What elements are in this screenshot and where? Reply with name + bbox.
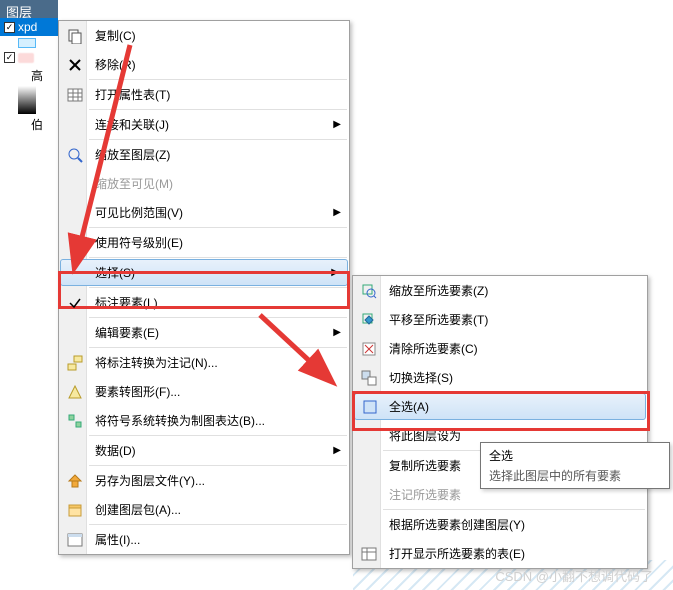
table-icon — [63, 85, 87, 105]
remove-icon — [63, 55, 87, 75]
menu-zoom-visible: 缩放至可见(M) — [59, 169, 349, 198]
convert-icon — [63, 353, 87, 373]
submenu-arrow-icon: ▶ — [333, 119, 341, 130]
menu-create-pkg[interactable]: 创建图层包(A)... — [59, 495, 349, 524]
layer-panel: ✓ xpd ✓ 高 伯 — [0, 18, 58, 135]
menu-edit-elem[interactable]: 编辑要素(E)▶ — [59, 318, 349, 347]
clear-icon — [357, 339, 381, 359]
select-all-icon — [358, 397, 381, 417]
layer-item-2[interactable]: ✓ — [0, 50, 58, 65]
menu-elem-to-fig[interactable]: 要素转图形(F)... — [59, 377, 349, 406]
gradient-swatch-icon — [18, 86, 36, 114]
menu-pan-sel[interactable]: 平移至所选要素(T) — [353, 305, 647, 334]
context-menu-main: 复制(C) 移除(R) 打开属性表(T) 连接和关联(J)▶ 缩放至图层(Z) … — [58, 20, 350, 555]
zoom-sel-icon — [357, 281, 381, 301]
menu-clear-sel[interactable]: 清除所选要素(C) — [353, 334, 647, 363]
menu-open-attr[interactable]: 打开属性表(T) — [59, 80, 349, 109]
submenu-arrow-icon: ▶ — [333, 445, 341, 456]
copy-icon — [63, 26, 87, 46]
layer-swatch-row — [0, 36, 58, 50]
table-icon — [357, 544, 381, 564]
menu-data[interactable]: 数据(D)▶ — [59, 436, 349, 465]
props-icon — [63, 530, 87, 550]
menu-remove[interactable]: 移除(R) — [59, 50, 349, 79]
tooltip-title: 全选 — [489, 447, 661, 464]
sym-icon — [63, 411, 87, 431]
menu-convert-sym[interactable]: 将符号系统转换为制图表达(B)... — [59, 406, 349, 435]
menu-convert-anno[interactable]: 将标注转换为注记(N)... — [59, 348, 349, 377]
package-icon — [63, 500, 87, 520]
menu-select[interactable]: 选择(S)▶ — [60, 259, 348, 286]
layer-item-xpd[interactable]: ✓ xpd — [0, 18, 58, 36]
menu-open-sel-table[interactable]: 打开显示所选要素的表(E) — [353, 539, 647, 568]
menu-zoom-layer[interactable]: 缩放至图层(Z) — [59, 140, 349, 169]
submenu-arrow-icon: ▶ — [333, 327, 341, 338]
menu-saveas-lyr[interactable]: 另存为图层文件(Y)... — [59, 466, 349, 495]
save-icon — [63, 471, 87, 491]
menu-props[interactable]: 属性(I)... — [59, 525, 349, 554]
layer-label: 高 — [31, 67, 43, 84]
tooltip: 全选 选择此图层中的所有要素 — [480, 442, 670, 489]
layer-label-row: 伯 — [0, 114, 58, 135]
menu-label-elem[interactable]: 标注要素(L) — [59, 288, 349, 317]
layer-label: xpd — [18, 20, 37, 34]
menu-select-all[interactable]: 全选(A) — [354, 393, 646, 420]
switch-icon — [357, 368, 381, 388]
zoom-icon — [63, 145, 87, 165]
layer-label-row: 高 — [0, 65, 58, 86]
context-menu-select: 缩放至所选要素(Z) 平移至所选要素(T) 清除所选要素(C) 切换选择(S) … — [352, 275, 648, 569]
menu-sym-level[interactable]: 使用符号级别(E) — [59, 228, 349, 257]
menu-visible-scale[interactable]: 可见比例范围(V)▶ — [59, 198, 349, 227]
swatch-icon — [18, 53, 34, 63]
layer-label: 伯 — [31, 116, 43, 133]
submenu-arrow-icon: ▶ — [331, 267, 339, 278]
shape-icon — [63, 382, 87, 402]
menu-zoom-sel[interactable]: 缩放至所选要素(Z) — [353, 276, 647, 305]
watermark: CSDN @小翻不想调代码了 — [495, 566, 653, 585]
menu-switch-sel[interactable]: 切换选择(S) — [353, 363, 647, 392]
check-icon — [63, 293, 87, 313]
menu-join-relate[interactable]: 连接和关联(J)▶ — [59, 110, 349, 139]
checkbox-icon[interactable]: ✓ — [4, 22, 15, 33]
checkbox-icon[interactable]: ✓ — [4, 52, 15, 63]
menu-copy[interactable]: 复制(C) — [59, 21, 349, 50]
pan-icon — [357, 310, 381, 330]
swatch-icon — [18, 38, 36, 48]
menu-create-from-sel[interactable]: 根据所选要素创建图层(Y) — [353, 510, 647, 539]
tooltip-body: 选择此图层中的所有要素 — [489, 467, 661, 484]
submenu-arrow-icon: ▶ — [333, 207, 341, 218]
